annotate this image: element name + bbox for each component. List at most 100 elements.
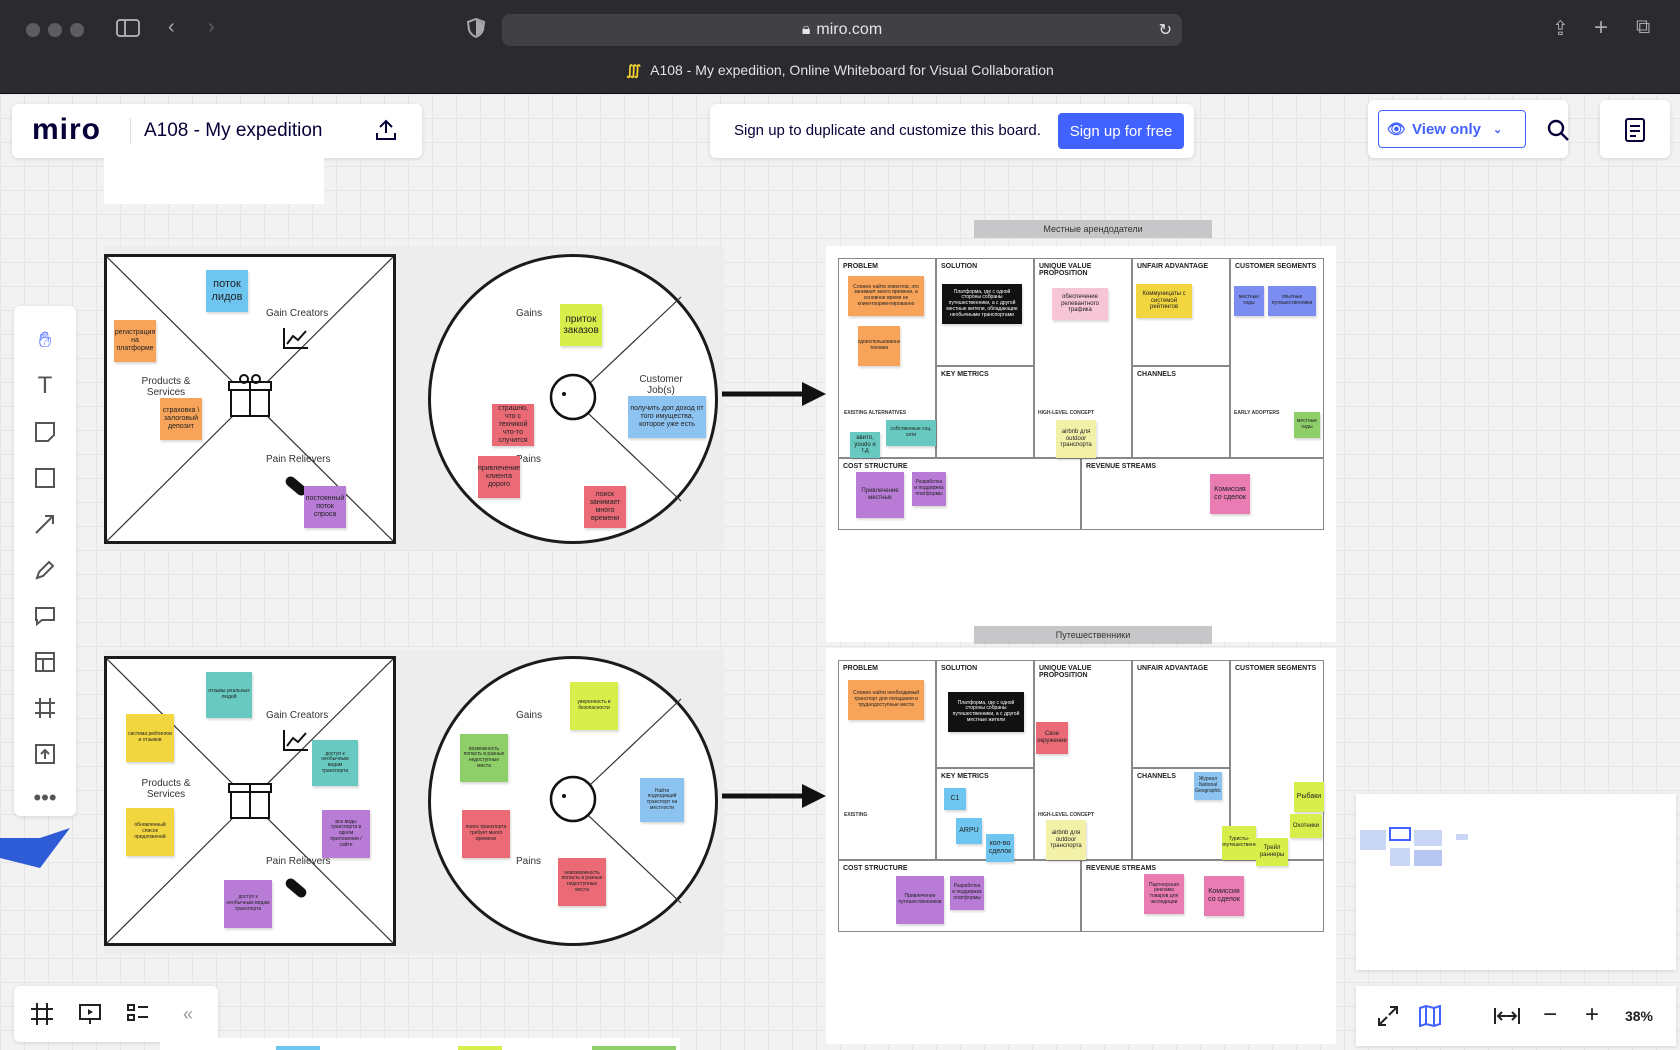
upload-tool-icon[interactable]: [14, 732, 76, 776]
sticky-note[interactable]: недоиспользованная техника: [858, 326, 900, 366]
reload-icon[interactable]: ↻: [1159, 20, 1172, 40]
comment-tool-icon[interactable]: [14, 594, 76, 638]
sticky-note[interactable]: доступ к необычным видам транспорта: [312, 740, 358, 786]
shape-tool-icon[interactable]: [14, 456, 76, 500]
sticky-note[interactable]: местные гиды: [1294, 412, 1320, 438]
sidebar-toggle-icon[interactable]: [116, 18, 140, 44]
vpc1-pain-relievers-label: Pain Relievers: [266, 454, 331, 465]
search-icon[interactable]: [1546, 118, 1570, 147]
hand-tool-icon[interactable]: ✋︎: [14, 318, 76, 362]
sticky-note[interactable]: Платформа, где с одной стороны собраны п…: [942, 284, 1022, 324]
signup-button[interactable]: Sign up for free: [1058, 113, 1184, 149]
sticky-note[interactable]: C1: [944, 788, 966, 810]
header-divider: [130, 118, 131, 144]
sticky-note[interactable]: регистрация на платформе: [114, 320, 156, 362]
sticky-note[interactable]: Туристы-автопутешественники: [1222, 826, 1256, 860]
sticky-note[interactable]: поток лидов: [206, 270, 248, 312]
sticky-note[interactable]: отзывы реальных людей: [206, 672, 252, 718]
sticky-note[interactable]: кол-во сделок: [986, 834, 1014, 862]
zoom-level[interactable]: 38%: [1616, 1002, 1662, 1030]
sticky-note[interactable]: Сложно найти клиентов, это занимает мног…: [848, 276, 924, 316]
sticky-note[interactable]: местные гиды: [1234, 286, 1264, 316]
sticky-note[interactable]: Рыбаки: [1294, 782, 1324, 812]
collapse-icon[interactable]: «: [174, 1000, 202, 1028]
sticky-note[interactable]: airbnb для outdoor транспорта: [1046, 820, 1086, 860]
export-icon[interactable]: [374, 118, 398, 147]
zoom-out-icon[interactable]: −: [1536, 1000, 1564, 1030]
sticky-note[interactable]: невозможность попасть в разные недоступн…: [558, 858, 606, 906]
share-icon[interactable]: ⇪: [1552, 16, 1569, 41]
sticky-note[interactable]: обновленный список предложений: [126, 808, 174, 856]
sticky-note[interactable]: Коммуницаты с системой рейтингов: [1136, 284, 1192, 318]
sticky-note[interactable]: возможность попасть в разные недоступные…: [460, 734, 508, 782]
sticky-note[interactable]: постоянный поток спроса: [304, 486, 346, 528]
sticky-note[interactable]: Свое окружение: [1036, 722, 1068, 754]
strip-swatch: [458, 1046, 502, 1050]
sticky-note[interactable]: Привлечение путешественников: [896, 876, 944, 924]
sticky-note[interactable]: собственные соц. сети: [886, 420, 936, 446]
sticky-note[interactable]: Журнал National Geographic: [1194, 772, 1222, 800]
sticky-note[interactable]: система рейтингов и отзывов: [126, 714, 174, 762]
board-title[interactable]: A108 - My expedition: [144, 120, 323, 142]
map-icon[interactable]: [1416, 1002, 1444, 1030]
back-icon[interactable]: ‹: [168, 16, 175, 39]
cell-heading: CUSTOMER SEGMENTS: [1235, 263, 1317, 270]
tab-overview-icon[interactable]: ⧉: [1636, 16, 1650, 39]
address-bar[interactable]: 🔒︎ miro.com ↻: [502, 14, 1182, 46]
fit-to-screen-icon[interactable]: [1374, 1002, 1402, 1030]
sticky-note[interactable]: получить доп доход от того имущества, ко…: [628, 396, 706, 438]
view-only-dropdown[interactable]: 👁︎ View only ⌄: [1378, 110, 1526, 148]
sticky-note[interactable]: Привлечение местных: [856, 472, 904, 518]
sticky-note[interactable]: airbnb для outdoor транспорта: [1056, 420, 1096, 458]
connector-tool-icon[interactable]: [14, 502, 76, 546]
sticky-note[interactable]: обеспечение релевантного трафика: [1052, 288, 1108, 320]
sticky-note[interactable]: Трейл раннеры: [1256, 838, 1288, 866]
sticky-note[interactable]: приток заказов: [560, 304, 602, 346]
sticky-note[interactable]: Найти подходящий транспорт на местности: [640, 778, 684, 822]
sticky-note[interactable]: Комиссия со сделок: [1210, 474, 1250, 514]
sticky-note[interactable]: Охотники: [1290, 814, 1322, 838]
zoom-in-icon[interactable]: +: [1578, 1000, 1606, 1030]
sticky-note[interactable]: опытные путешественники: [1268, 286, 1316, 316]
maximize-window-dot[interactable]: [70, 23, 84, 37]
miro-logo[interactable]: miro: [32, 113, 101, 147]
sticky-note[interactable]: страховка \ залоговый депозит: [160, 398, 202, 440]
sticky-note[interactable]: уверенность в безопасности: [570, 682, 618, 730]
sticky-note[interactable]: авито, youdo и т.д: [850, 432, 880, 458]
frame-tool-icon[interactable]: [14, 686, 76, 730]
sticky-note[interactable]: доступ к необычным видам транспорта: [224, 880, 272, 928]
sticky-note[interactable]: Разработка и поддержка платформы: [950, 876, 984, 910]
sticky-note[interactable]: Разработка и поддержка платформы: [912, 472, 946, 506]
close-window-dot[interactable]: [26, 23, 40, 37]
sticky-note[interactable]: Платформа, где с одной стороны собраны п…: [948, 692, 1024, 732]
sticky-note[interactable]: все виды транспорта в одном приложении /…: [322, 810, 370, 858]
shield-icon[interactable]: [466, 17, 486, 44]
presentation-icon[interactable]: [76, 1000, 104, 1028]
minimap-preview[interactable]: [1360, 824, 1470, 870]
sticky-note[interactable]: ARPU: [956, 818, 982, 844]
forward-icon[interactable]: ›: [208, 16, 215, 39]
pen-tool-icon[interactable]: [14, 548, 76, 592]
frames-icon[interactable]: [28, 1000, 56, 1028]
new-tab-icon[interactable]: +: [1594, 14, 1608, 42]
fit-width-icon[interactable]: [1492, 1002, 1522, 1030]
template-tool-icon[interactable]: [14, 640, 76, 684]
whiteboard-canvas[interactable]: miro A108 - My expedition Sign up to dup…: [0, 94, 1680, 1050]
sticky-note-tool-icon[interactable]: [14, 410, 76, 454]
text-tool-icon[interactable]: T: [14, 364, 76, 408]
minimize-window-dot[interactable]: [48, 23, 62, 37]
vpc2-pain-relievers-label: Pain Relievers: [266, 856, 331, 867]
sticky-note[interactable]: поиск занимает много времени: [584, 486, 626, 528]
board-notes-icon[interactable]: [1624, 118, 1646, 147]
sticky-note[interactable]: привлечение клиента дорого: [478, 456, 520, 498]
sticky-note[interactable]: Комиссия со сделок: [1204, 876, 1244, 916]
sticky-note[interactable]: Сложно найти необходимый транспорт для п…: [848, 680, 924, 720]
sticky-note[interactable]: поиск транспорта требует много времени: [462, 810, 510, 858]
board-outline-icon[interactable]: [124, 1000, 152, 1028]
sticky-note[interactable]: страшно, что с техникой что-то случится: [492, 404, 534, 446]
more-tools-icon[interactable]: •••: [14, 776, 76, 820]
cell-heading: KEY METRICS: [941, 773, 989, 780]
c1-revenue-cell: REVENUE STREAMS: [1081, 458, 1324, 530]
cell-heading: UNIQUE VALUE PROPOSITION: [1039, 665, 1092, 679]
sticky-note[interactable]: Партнерская реклама товаров для экспедиц…: [1144, 874, 1184, 914]
